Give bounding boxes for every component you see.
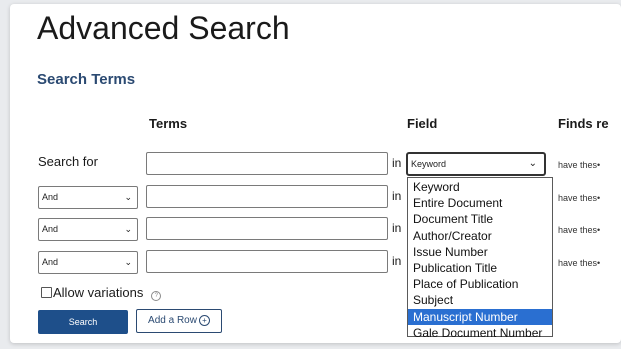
in-label-1: in	[392, 156, 402, 170]
column-header-finds: Finds re	[558, 116, 609, 131]
operator-select-2[interactable]: And ⌄	[38, 186, 138, 209]
finds-select-3[interactable]: have thes•	[558, 225, 600, 235]
field-option-publication-title[interactable]: Publication Title	[408, 260, 552, 276]
chevron-down-icon: ⌄	[528, 158, 537, 169]
field-option-subject[interactable]: Subject	[408, 292, 552, 308]
operator-select-value: And	[42, 257, 59, 267]
search-for-label: Search for	[38, 154, 98, 169]
search-term-input-1[interactable]	[146, 152, 388, 175]
finds-select-1[interactable]: have thes•	[558, 160, 600, 170]
field-option-document-title[interactable]: Document Title	[408, 211, 552, 227]
chevron-down-icon: ⌄	[124, 257, 132, 267]
field-option-gale-document-number[interactable]: Gale Document Number	[408, 325, 552, 341]
operator-select-4[interactable]: And ⌄	[38, 251, 138, 274]
field-option-issue-number[interactable]: Issue Number	[408, 244, 552, 260]
chevron-down-icon: ⌄	[124, 224, 132, 234]
field-option-entire-document[interactable]: Entire Document	[408, 195, 552, 211]
finds-select-4[interactable]: have thes•	[558, 258, 600, 268]
field-dropdown-list: Keyword Entire Document Document Title A…	[407, 177, 553, 340]
chevron-down-icon: ⌄	[124, 192, 132, 202]
allow-variations-label[interactable]: Allow variations	[53, 285, 143, 300]
allow-variations-checkbox[interactable]	[41, 287, 52, 298]
field-option-manuscript-number[interactable]: Manuscript Number	[408, 308, 552, 325]
column-header-terms: Terms	[149, 116, 188, 131]
plus-circle-icon: +	[198, 315, 210, 326]
column-header-field: Field	[407, 116, 438, 131]
page-title: Advanced Search	[37, 10, 290, 46]
search-term-input-2[interactable]	[146, 185, 388, 208]
search-button[interactable]: Search	[38, 310, 128, 334]
search-term-input-3[interactable]	[146, 217, 388, 240]
allow-variations-row: Allow variations?	[41, 285, 162, 301]
field-option-keyword[interactable]: Keyword	[408, 179, 552, 195]
help-circle-icon[interactable]: ?	[151, 291, 162, 301]
finds-select-2[interactable]: have thes•	[558, 193, 600, 203]
add-row-label: Add a Row	[148, 315, 197, 326]
advanced-search-panel: Advanced Search Search Terms Terms Field…	[10, 4, 621, 343]
field-option-author-creator[interactable]: Author/Creator	[408, 228, 552, 244]
field-select-1[interactable]: Keyword ⌄	[406, 152, 546, 176]
in-label-3: in	[392, 221, 402, 235]
search-term-input-4[interactable]	[146, 250, 388, 273]
operator-select-value: And	[42, 224, 59, 234]
add-row-button[interactable]: Add a Row +	[136, 309, 222, 333]
field-select-value: Keyword	[411, 159, 447, 169]
in-label-4: in	[392, 254, 402, 268]
field-option-place-of-publication[interactable]: Place of Publication	[408, 276, 552, 292]
section-heading-search-terms: Search Terms	[37, 71, 136, 88]
operator-select-value: And	[42, 192, 59, 202]
in-label-2: in	[392, 189, 402, 203]
operator-select-3[interactable]: And ⌄	[38, 218, 138, 241]
